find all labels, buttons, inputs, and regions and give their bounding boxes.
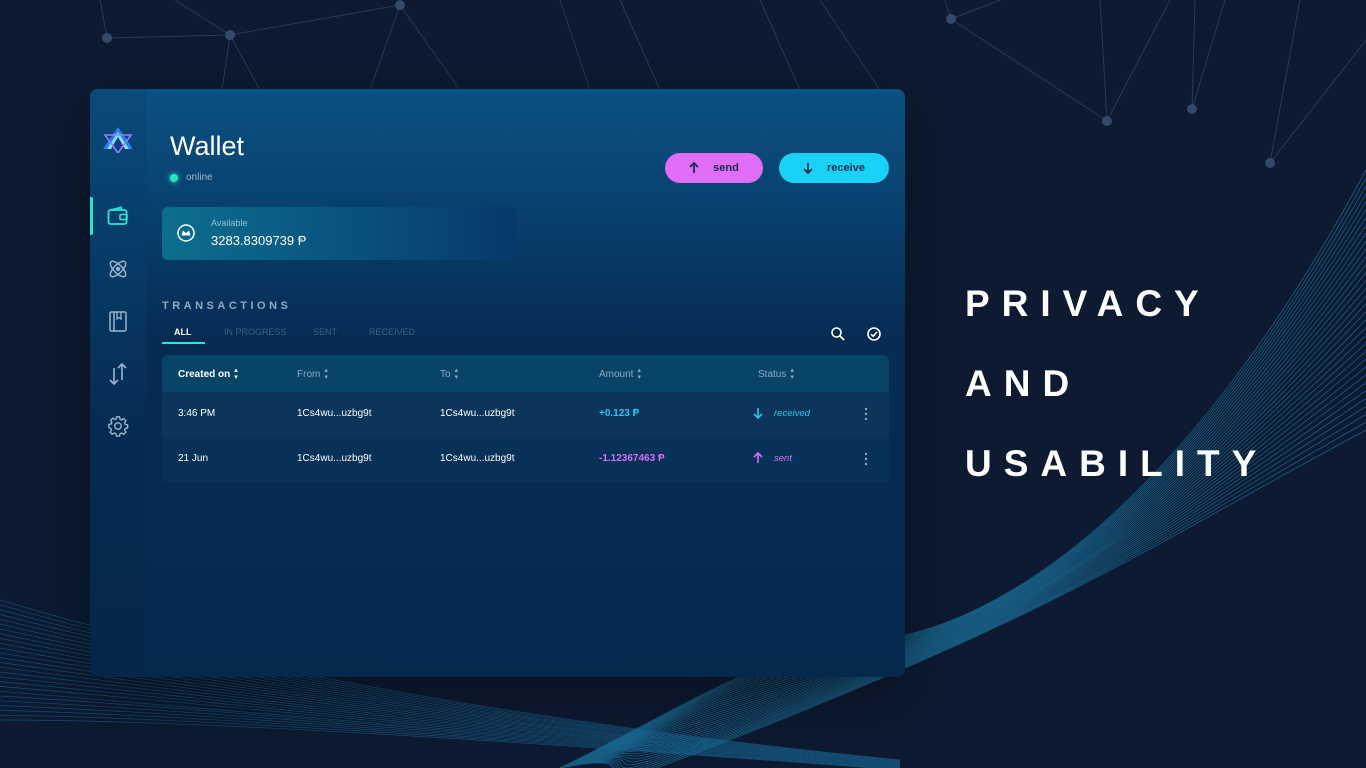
cell-status: received — [774, 408, 810, 419]
receive-label: receive — [827, 162, 865, 174]
tab-underline — [162, 342, 205, 344]
column-to[interactable]: To ▴ ▾ — [440, 367, 458, 381]
receive-button[interactable]: receive — [779, 153, 889, 183]
cell-to: 1Cs4wu...uzbg9t — [440, 453, 515, 464]
coin-icon — [177, 224, 195, 242]
column-label: To — [440, 368, 451, 380]
table-row[interactable]: 3:46 PM 1Cs4wu...uzbg9t 1Cs4wu...uzbg9t … — [162, 392, 889, 437]
nav-transfer[interactable] — [90, 355, 146, 393]
transfer-icon — [109, 362, 127, 386]
cell-amount: -1.12367463 Ᵽ — [599, 453, 665, 464]
hero-line-privacy: PRIVACY — [965, 283, 1211, 324]
sort-icon: ▴ ▾ — [454, 367, 459, 381]
column-from[interactable]: From ▴ ▾ — [297, 367, 328, 381]
column-label: Created on — [178, 368, 231, 380]
nav-wallet[interactable] — [90, 197, 146, 235]
hero-line-usability: USABILITY — [965, 443, 1269, 484]
more-options-icon[interactable] — [862, 450, 870, 468]
column-amount[interactable]: Amount ▴ ▾ — [599, 367, 641, 381]
arrow-up-icon — [689, 162, 699, 173]
arrow-down-icon — [753, 408, 763, 419]
cell-from: 1Cs4wu...uzbg9t — [297, 453, 372, 464]
book-icon — [109, 311, 127, 332]
sort-icon: ▴ ▾ — [790, 367, 794, 381]
nav-atom[interactable] — [90, 250, 146, 288]
transactions-table: Created on ▴ ▾ From ▴ ▾ To ▴ ▾ Amount ▴ ▾ St… — [162, 355, 889, 482]
atom-icon — [109, 260, 127, 278]
sort-icon: ▴ ▾ — [234, 367, 238, 381]
arrow-down-icon — [803, 163, 813, 174]
page-title: Wallet — [170, 131, 245, 161]
column-status[interactable]: Status ▴ ▾ — [758, 367, 794, 381]
nav-settings[interactable] — [90, 407, 146, 445]
column-label: From — [297, 368, 321, 380]
status-dot-icon — [170, 173, 178, 182]
nav-book[interactable] — [90, 302, 146, 340]
sidebar — [90, 89, 146, 677]
tab-all[interactable]: ALL — [174, 327, 192, 337]
balance-label: Available — [211, 218, 248, 228]
sort-icon: ▴ ▾ — [637, 367, 641, 381]
sort-icon: ▴ ▾ — [324, 367, 328, 381]
connection-status: online — [170, 172, 213, 183]
tab-in-progress[interactable]: IN PROGRESS — [224, 327, 287, 337]
cell-to: 1Cs4wu...uzbg9t — [440, 408, 515, 419]
cell-amount: +0.123 Ᵽ — [599, 408, 640, 419]
send-label: send — [713, 162, 739, 174]
wallet-icon — [107, 206, 128, 225]
table-header: Created on ▴ ▾ From ▴ ▾ To ▴ ▾ Amount ▴ ▾ St… — [162, 355, 889, 392]
status-text: online — [186, 172, 213, 183]
balance-card: Available 3283.8309739 Ᵽ — [162, 207, 517, 260]
wallet-app-window: Wallet online send receive Available 328… — [90, 89, 905, 677]
app-logo — [103, 127, 133, 153]
cell-created-on: 3:46 PM — [178, 408, 216, 419]
cell-from: 1Cs4wu...uzbg9t — [297, 408, 372, 419]
balance-value: 3283.8309739 Ᵽ — [211, 233, 307, 248]
tab-received[interactable]: RECEIVED — [369, 327, 415, 337]
tab-sent[interactable]: SENT — [313, 327, 337, 337]
cell-created-on: 21 Jun — [178, 453, 209, 464]
hero-line-and: AND — [965, 363, 1082, 404]
arrow-up-icon — [753, 452, 763, 463]
column-label: Amount — [599, 368, 634, 380]
more-options-icon[interactable] — [862, 405, 870, 423]
table-row[interactable]: 21 Jun 1Cs4wu...uzbg9t 1Cs4wu...uzbg9t -… — [162, 437, 889, 482]
gear-icon — [108, 416, 129, 437]
send-button[interactable]: send — [665, 153, 763, 183]
column-created-on[interactable]: Created on ▴ ▾ — [178, 367, 238, 381]
column-label: Status — [758, 368, 787, 380]
search-icon[interactable] — [830, 326, 846, 342]
cell-status: sent — [774, 453, 792, 464]
transactions-heading: TRANSACTIONS — [162, 300, 292, 312]
filter-check-icon[interactable] — [866, 326, 882, 342]
